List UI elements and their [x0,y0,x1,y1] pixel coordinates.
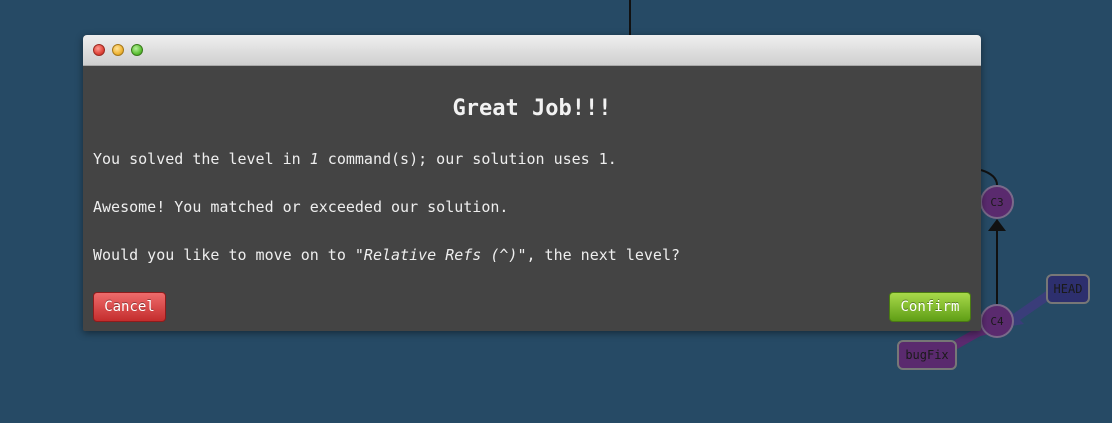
maximize-window-icon[interactable] [131,44,143,56]
solution-count-prefix: You solved the level in [93,150,310,168]
dialog-content: Great Job!!! You solved the level in 1 c… [83,66,981,331]
tree-edge-c3-parent [980,169,998,186]
cancel-button[interactable]: Cancel [93,292,166,322]
dialog-titlebar[interactable] [83,35,981,66]
solution-count-suffix: command(s); our solution uses 1. [318,150,617,168]
commit-label-c3: C3 [990,196,1003,209]
commit-label-c4: C4 [990,315,1004,328]
result-message: Awesome! You matched or exceeded our sol… [93,198,509,216]
dialog-title: Great Job!!! [452,96,612,121]
head-ref[interactable]: HEAD [1046,274,1090,304]
next-level-prefix: Would you like to move on to [93,246,355,264]
close-window-icon[interactable] [93,44,105,56]
level-complete-dialog: Great Job!!! You solved the level in 1 c… [83,35,981,331]
command-count: 1 [309,150,319,168]
commit-node-c4[interactable]: C4 [980,304,1014,338]
branch-ref-bugfix[interactable]: bugFix [897,340,957,370]
branch-ref-label: bugFix [905,348,948,362]
commit-node-c3[interactable]: C3 [980,185,1014,219]
next-level-prompt: Would you like to move on to "Relative R… [93,246,680,264]
minimize-window-icon[interactable] [112,44,124,56]
next-level-suffix: , the next level? [526,246,681,264]
head-arrow-shaft [1013,289,1055,321]
solution-count-message: You solved the level in 1 command(s); ou… [93,150,617,168]
next-level-name: "Relative Refs (^)" [354,246,527,264]
confirm-button[interactable]: Confirm [889,292,971,322]
arrow-head-icon [988,219,1006,231]
head-ref-label: HEAD [1054,282,1083,296]
